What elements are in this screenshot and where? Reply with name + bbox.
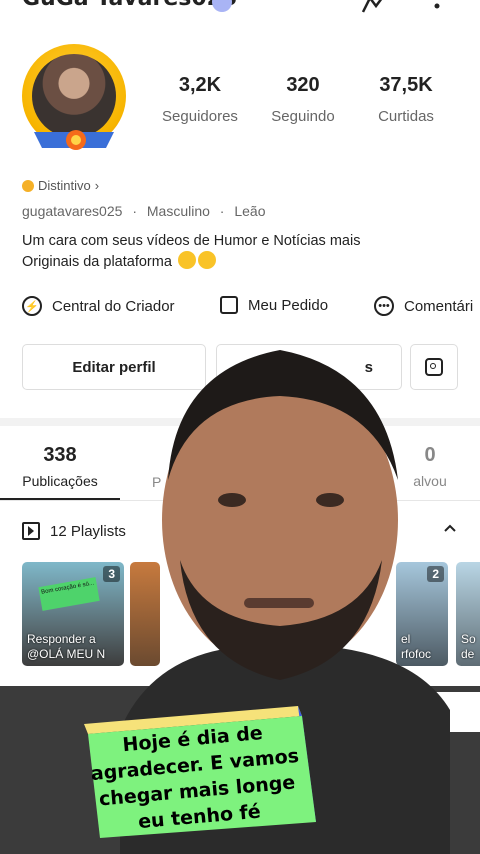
thumbnail-caption-line: de — [461, 647, 475, 661]
profile-sign: Leão — [234, 203, 266, 219]
profile-gender: Masculino — [146, 203, 210, 219]
profile-meta: gugatavares025 · Masculino · Leão — [22, 203, 266, 219]
avatar-frame-decoration — [34, 130, 114, 150]
posts-count: 338 — [43, 444, 77, 466]
more-icon[interactable] — [430, 0, 444, 24]
thumbnail-sign: Bom coração é só... — [38, 577, 100, 611]
thumbnail-caption-line: Responder a — [27, 632, 96, 646]
profile-username: GuGa Tavares025 — [22, 0, 237, 11]
likes-count: 37,5K — [379, 74, 433, 96]
analytics-icon[interactable] — [360, 0, 392, 23]
my-orders-link[interactable]: Meu Pedido — [220, 296, 328, 314]
comments-label: Comentári — [404, 297, 474, 315]
playlists-header[interactable]: 12 Playlists — [22, 522, 126, 540]
my-orders-label: Meu Pedido — [248, 296, 329, 314]
thumbnail-caption-line: @OLÁ MEU N — [27, 647, 106, 661]
likes-label: Curtidas — [378, 108, 434, 125]
distinction-badge[interactable]: Distintivo › — [22, 178, 99, 193]
playlist-thumbnail[interactable]: Bom coração é só... 3 Responder a @OLÁ M… — [22, 562, 124, 666]
thumbnail-count: 3 — [103, 566, 120, 582]
chevron-right-icon: › — [94, 178, 100, 193]
badge-label: Distintivo — [38, 178, 91, 193]
creator-center-icon: ⚡ — [22, 296, 42, 316]
playlist-thumbnail[interactable]: So de — [456, 562, 480, 666]
top-bar: GuGa Tavares025 — [0, 0, 480, 24]
profile-handle: gugatavares025 — [22, 203, 123, 219]
playlist-icon — [22, 522, 40, 540]
playlists-label: 12 Playlists — [50, 522, 126, 540]
meta-separator: · — [219, 203, 225, 219]
following-label: Seguindo — [271, 108, 335, 125]
comments-link[interactable]: ••• Comentári — [374, 296, 473, 316]
bio-line-2: Originais da plataforma — [22, 251, 462, 272]
caption-sticker-text: Hoje é dia de agradecer. E vamos chegar … — [80, 716, 312, 839]
profile-bio: Um cara com seus vídeos de Humor e Notíc… — [22, 231, 462, 272]
followers-count[interactable]: 3,2K — [150, 74, 250, 97]
sad-face-emoji-icon — [177, 251, 196, 269]
badge-icon — [22, 179, 34, 192]
followers-label: Seguidores — [162, 108, 238, 125]
posts-label: Publicações — [22, 473, 98, 489]
creator-center-link[interactable]: ⚡ Central do Criador — [22, 296, 175, 316]
meta-separator: · — [132, 203, 137, 219]
tab-posts[interactable]: 338 Publicações — [0, 444, 120, 489]
shopping-bag-icon — [220, 296, 238, 314]
thumbnail-caption: So de — [461, 632, 476, 662]
following-count[interactable]: 320 — [253, 74, 353, 97]
thumbnail-caption: Responder a @OLÁ MEU N — [27, 632, 105, 662]
creator-center-label: Central do Criador — [52, 297, 175, 315]
comment-icon: ••• — [374, 296, 394, 316]
sad-face-emoji-icon — [197, 251, 216, 269]
thumbnail-caption-line: So — [461, 632, 476, 646]
bio-line-1: Um cara com seus vídeos de Humor e Notíc… — [22, 233, 361, 249]
bio-line-2-text: Originais da plataforma — [22, 254, 172, 270]
